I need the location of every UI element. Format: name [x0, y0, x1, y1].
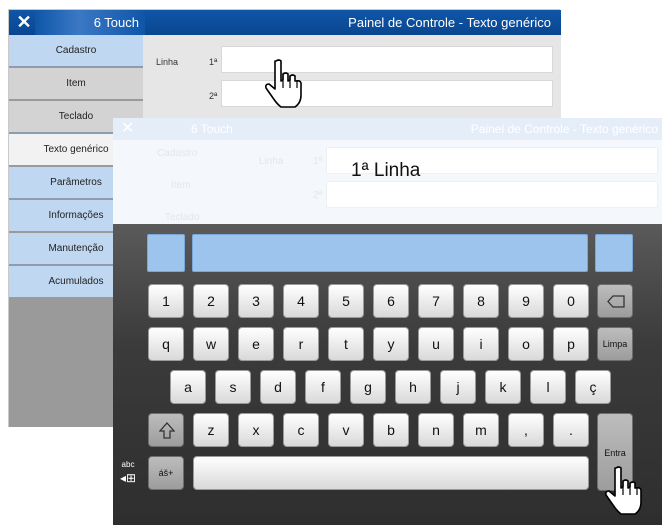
- cursor-right-button[interactable]: [595, 234, 633, 272]
- key-6[interactable]: 6: [373, 284, 409, 318]
- front-title-bar: ✕ 6 Touch Painel de Controle - Texto gen…: [113, 118, 662, 140]
- key-b[interactable]: b: [373, 413, 409, 447]
- key-c-cedilla[interactable]: ç: [575, 370, 611, 404]
- clear-button[interactable]: Limpa: [597, 327, 633, 361]
- line1-number: 1ª: [209, 57, 218, 67]
- front-close-button[interactable]: ✕: [121, 118, 134, 140]
- virtual-keyboard: 1 2 3 4 5 6 7 8 9 0 q w e r t y u i o p …: [113, 224, 662, 525]
- key-l[interactable]: l: [530, 370, 566, 404]
- key-0[interactable]: 0: [553, 284, 589, 318]
- key-s[interactable]: s: [215, 370, 251, 404]
- space-bar[interactable]: [193, 456, 589, 490]
- ghost-sidebar-teclado: Teclado: [165, 212, 200, 223]
- key-h[interactable]: h: [395, 370, 431, 404]
- shift-button[interactable]: [148, 413, 184, 447]
- key-5[interactable]: 5: [328, 284, 364, 318]
- abc-label: abc: [121, 460, 135, 469]
- sidebar-item-cadastro[interactable]: Cadastro: [9, 35, 143, 67]
- ghost-line1-number: 1ª: [313, 156, 323, 167]
- key-8[interactable]: 8: [463, 284, 499, 318]
- key-d[interactable]: d: [260, 370, 296, 404]
- hand-pointer-icon: [605, 466, 642, 515]
- front-ghost-content: Cadastro Item Teclado Linha 1ª 2ª: [113, 140, 662, 224]
- key-1[interactable]: 1: [148, 284, 184, 318]
- key-g[interactable]: g: [350, 370, 386, 404]
- key-q[interactable]: q: [148, 327, 184, 361]
- key-i[interactable]: i: [463, 327, 499, 361]
- layout-icon: ◂⊞: [119, 471, 137, 485]
- key-comma[interactable]: ,: [508, 413, 544, 447]
- key-7[interactable]: 7: [418, 284, 454, 318]
- line-label: Linha: [156, 57, 179, 67]
- key-a[interactable]: a: [170, 370, 206, 404]
- ghost-line2-number: 2ª: [313, 190, 323, 201]
- key-e[interactable]: e: [238, 327, 274, 361]
- key-j[interactable]: j: [440, 370, 476, 404]
- key-9[interactable]: 9: [508, 284, 544, 318]
- symbols-button[interactable]: áš+: [148, 456, 184, 490]
- key-2[interactable]: 2: [193, 284, 229, 318]
- key-w[interactable]: w: [193, 327, 229, 361]
- key-v[interactable]: v: [328, 413, 364, 447]
- backspace-button[interactable]: [597, 284, 633, 318]
- keyboard-mode-switch[interactable]: abc ◂⊞: [113, 456, 143, 506]
- key-x[interactable]: x: [238, 413, 274, 447]
- key-k[interactable]: k: [485, 370, 521, 404]
- shift-icon: [159, 422, 175, 439]
- key-o[interactable]: o: [508, 327, 544, 361]
- key-u[interactable]: u: [418, 327, 454, 361]
- ghost-sidebar-cadastro: Cadastro: [157, 148, 198, 159]
- key-3[interactable]: 3: [238, 284, 274, 318]
- key-t[interactable]: t: [328, 327, 364, 361]
- back-window-title: Painel de Controle - Texto genérico: [348, 15, 551, 30]
- back-app-title: 6 Touch: [35, 10, 145, 35]
- front-app-title: 6 Touch: [191, 122, 233, 136]
- line2-number: 2ª: [209, 91, 218, 101]
- key-period[interactable]: .: [553, 413, 589, 447]
- back-close-button[interactable]: ✕: [13, 11, 35, 33]
- keyboard-edit-bar[interactable]: [192, 234, 588, 272]
- key-y[interactable]: y: [373, 327, 409, 361]
- key-c[interactable]: c: [283, 413, 319, 447]
- key-n[interactable]: n: [418, 413, 454, 447]
- backspace-icon: [607, 295, 625, 308]
- key-z[interactable]: z: [193, 413, 229, 447]
- cursor-left-button[interactable]: [147, 234, 185, 272]
- key-r[interactable]: r: [283, 327, 319, 361]
- front-window: ✕ 6 Touch Painel de Controle - Texto gen…: [113, 118, 662, 525]
- sidebar-item-item[interactable]: Item: [9, 68, 143, 100]
- ghost-sidebar-item: Item: [171, 180, 191, 191]
- key-m[interactable]: m: [463, 413, 499, 447]
- key-f[interactable]: f: [305, 370, 341, 404]
- hand-pointer-icon: [265, 59, 302, 108]
- key-4[interactable]: 4: [283, 284, 319, 318]
- back-title-bar: ✕ 6 Touch Painel de Controle - Texto gen…: [9, 10, 561, 35]
- line2-edit-field[interactable]: [326, 181, 658, 208]
- front-window-title: Painel de Controle - Texto genérico: [470, 122, 658, 136]
- key-p[interactable]: p: [553, 327, 589, 361]
- edit-value-text: 1ª Linha: [351, 160, 421, 181]
- ghost-line-label: Linha: [259, 156, 284, 167]
